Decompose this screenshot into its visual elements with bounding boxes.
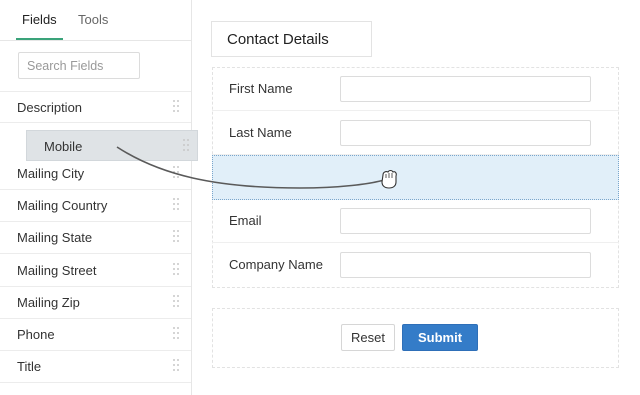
field-item-mailing-city[interactable]: Mailing City	[0, 158, 191, 190]
field-item-label: Title	[17, 359, 42, 374]
field-item-mailing-street[interactable]: Mailing Street	[0, 255, 191, 287]
field-item-label: Mailing Street	[17, 263, 97, 278]
form-row-last-name[interactable]: Last Name	[212, 111, 619, 155]
dragged-field-mobile[interactable]: Mobile	[26, 130, 198, 161]
field-item-label: Mailing Zip	[17, 295, 80, 310]
form-row-first-name[interactable]: First Name	[212, 67, 619, 111]
submit-button[interactable]: Submit	[402, 324, 478, 351]
last-name-input[interactable]	[340, 120, 591, 146]
email-label: Email	[229, 213, 262, 228]
field-item-mailing-country[interactable]: Mailing Country	[0, 190, 191, 222]
field-item-label: Mailing City	[17, 166, 85, 181]
drop-placeholder[interactable]	[212, 155, 619, 200]
reset-button[interactable]: Reset	[341, 324, 395, 351]
section-title: Contact Details	[227, 31, 329, 48]
field-item-description[interactable]: Description	[0, 91, 191, 123]
drag-handle-icon[interactable]	[173, 230, 179, 245]
drag-handle-icon[interactable]	[173, 359, 179, 374]
active-tab-indicator	[16, 38, 63, 40]
tab-tools[interactable]: Tools	[78, 12, 108, 27]
drag-handle-icon[interactable]	[173, 263, 179, 278]
drag-handle-icon[interactable]	[183, 139, 189, 154]
email-input[interactable]	[340, 208, 591, 234]
field-item-label: Description	[17, 100, 83, 115]
drag-handle-icon[interactable]	[173, 166, 179, 181]
drag-handle-icon[interactable]	[173, 327, 179, 342]
first-name-input[interactable]	[340, 76, 591, 102]
section-header[interactable]: Contact Details	[211, 21, 372, 57]
last-name-label: Last Name	[229, 125, 292, 140]
field-item-mailing-state[interactable]: Mailing State	[0, 222, 191, 254]
drag-handle-icon[interactable]	[173, 100, 179, 115]
company-name-input[interactable]	[340, 252, 591, 278]
field-item-title[interactable]: Title	[0, 351, 191, 383]
company-name-label: Company Name	[229, 257, 323, 272]
field-item-label: Mailing Country	[17, 198, 108, 213]
tab-fields[interactable]: Fields	[22, 12, 57, 27]
field-item-phone[interactable]: Phone	[0, 319, 191, 351]
drag-handle-icon[interactable]	[173, 295, 179, 310]
field-item-mailing-zip[interactable]: Mailing Zip	[0, 287, 191, 319]
search-fields-input[interactable]	[18, 52, 140, 79]
form-row-company-name[interactable]: Company Name	[212, 243, 619, 287]
fields-panel: Fields Tools Description Mailing City Ma…	[0, 0, 192, 395]
dragged-field-label: Mobile	[44, 139, 83, 154]
first-name-label: First Name	[229, 81, 293, 96]
panel-tabs: Fields Tools	[0, 0, 191, 41]
drag-handle-icon[interactable]	[173, 198, 179, 213]
field-item-label: Phone	[17, 327, 55, 342]
form-row-email[interactable]: Email	[212, 199, 619, 243]
field-item-label: Mailing State	[17, 230, 93, 245]
